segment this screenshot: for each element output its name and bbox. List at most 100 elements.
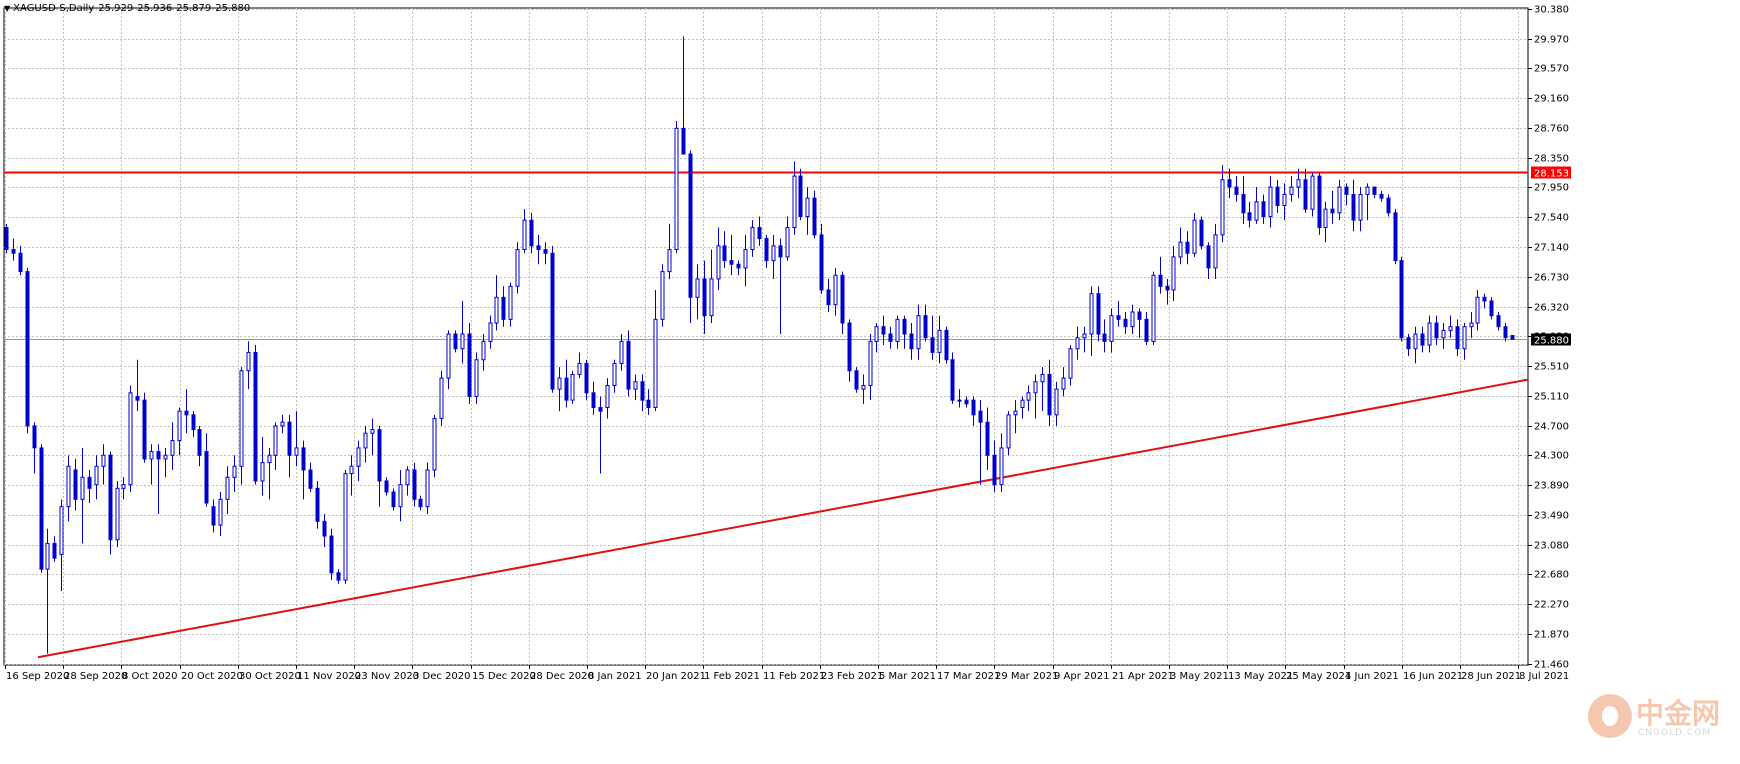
x-tick-label: 16 Jun 2021: [1403, 671, 1463, 682]
resistance-price-tag: 28.153: [1531, 166, 1571, 180]
candle: [142, 392, 147, 463]
candle: [1026, 385, 1031, 412]
candle-body-bull: [460, 333, 465, 350]
candle-body-bear: [764, 238, 769, 262]
candle: [881, 315, 886, 346]
dropdown-triangle-icon[interactable]: ▼: [4, 4, 10, 13]
candle-body-bull: [232, 465, 237, 478]
candle-body-bear: [108, 454, 113, 541]
candle-body-bull: [695, 278, 700, 298]
y-tick-label: 26.320: [1534, 303, 1569, 314]
y-tick-label: 23.490: [1534, 511, 1569, 522]
x-tick-label: 15 Dec 2020: [472, 671, 536, 682]
candle: [418, 495, 423, 511]
candle-body-bear: [1199, 219, 1204, 247]
candle: [128, 385, 133, 492]
y-tick-label: 25.510: [1534, 362, 1569, 373]
candle: [1482, 293, 1487, 309]
candle-body-bull: [895, 318, 900, 342]
candle-body-bull: [1289, 186, 1294, 195]
candle: [1047, 359, 1052, 426]
candle: [964, 396, 969, 408]
candle: [923, 304, 928, 342]
candlestick-chart[interactable]: 30.380 29.970 29.570 29.160 28.760 28.350 27.9…: [0, 0, 1740, 764]
candle-body-bull: [425, 469, 430, 508]
candle: [1462, 323, 1467, 360]
candle: [287, 414, 292, 478]
candle: [1413, 326, 1418, 364]
candle-body-bear: [1116, 315, 1121, 320]
y-tick-label: 27.950: [1534, 183, 1569, 194]
candle: [660, 264, 665, 327]
support-trendline: [37, 378, 1529, 659]
candle-body-bull: [273, 425, 278, 456]
candle-body-bear: [191, 414, 196, 431]
candle-body-bear: [391, 491, 396, 508]
candle: [1199, 216, 1204, 250]
candle: [543, 242, 548, 265]
candle-body-bear: [501, 296, 506, 320]
candle: [888, 326, 893, 349]
candle: [854, 367, 859, 393]
candle-body-bear: [1330, 208, 1335, 214]
candle: [1254, 187, 1259, 224]
candle: [1379, 190, 1384, 202]
candle-body-bear: [992, 454, 997, 486]
chart-canvas[interactable]: 30.380 29.970 29.570 29.160 28.760 28.350 27.9…: [0, 0, 1740, 764]
candle-body-bear: [1206, 245, 1211, 269]
x-tick-label: 20 Jan 2021: [646, 671, 706, 682]
candle: [1006, 411, 1011, 456]
candle-body-bear: [1047, 373, 1052, 416]
candle-body-bear: [1123, 318, 1128, 328]
candle-body-bull: [101, 454, 106, 467]
candle: [1185, 231, 1190, 265]
candle-body-bull: [1413, 333, 1418, 350]
candle-body-bull: [1109, 315, 1114, 342]
candle-body-bull: [868, 340, 873, 386]
candle: [1337, 179, 1342, 221]
candle: [764, 234, 769, 268]
y-tick-label: 21.870: [1534, 630, 1569, 641]
x-tick-label: 11 Feb 2021: [763, 671, 825, 682]
candle: [1317, 172, 1322, 235]
candle: [336, 569, 341, 584]
x-tick-label: 3 May 2021: [1170, 671, 1229, 682]
candle-body-bull: [80, 476, 85, 500]
candle-body-bull: [1089, 293, 1094, 335]
y-tick-label: 29.970: [1534, 35, 1569, 46]
candle-body-bear: [909, 333, 914, 350]
low-value: 25.879: [176, 3, 212, 14]
candle: [488, 315, 493, 349]
candle: [425, 462, 430, 515]
candle: [446, 330, 451, 390]
candle: [612, 359, 617, 393]
y-tick-label: 25.110: [1534, 392, 1569, 403]
watermark-text: 中金网: [1636, 697, 1721, 730]
candle-body-bull: [294, 447, 299, 456]
symbol-label: XAGUSD-S,Daily: [13, 3, 95, 14]
y-tick-label: 23.890: [1534, 481, 1569, 492]
y-tick-label: 24.700: [1534, 422, 1569, 433]
candle-body-bull: [743, 249, 748, 269]
candle: [570, 370, 575, 404]
candle: [930, 315, 935, 360]
candle: [349, 455, 354, 496]
candle-body-bear: [1496, 315, 1501, 328]
y-tick-label: 29.570: [1534, 64, 1569, 75]
high-value: 25.936: [137, 3, 173, 14]
candle-body-bull: [218, 498, 223, 526]
candle-body-bull: [1358, 193, 1363, 221]
y-tick-label: 26.730: [1534, 273, 1569, 284]
x-tick-label: 8 Oct 2020: [122, 671, 177, 682]
y-tick-label: 27.540: [1534, 213, 1569, 224]
candle-body-bear: [1096, 293, 1101, 335]
candle-body-bull: [66, 465, 71, 508]
candle-body-bear: [978, 410, 983, 423]
watermark-logo: 中金网 CNGOLD.COM: [1588, 688, 1740, 754]
x-tick-label: 13 May 2021: [1228, 671, 1293, 682]
candle: [25, 267, 30, 434]
y-tick-label: 21.460: [1534, 660, 1569, 671]
candle-body-bull: [653, 318, 658, 409]
candle: [59, 499, 64, 592]
candle: [812, 190, 817, 239]
